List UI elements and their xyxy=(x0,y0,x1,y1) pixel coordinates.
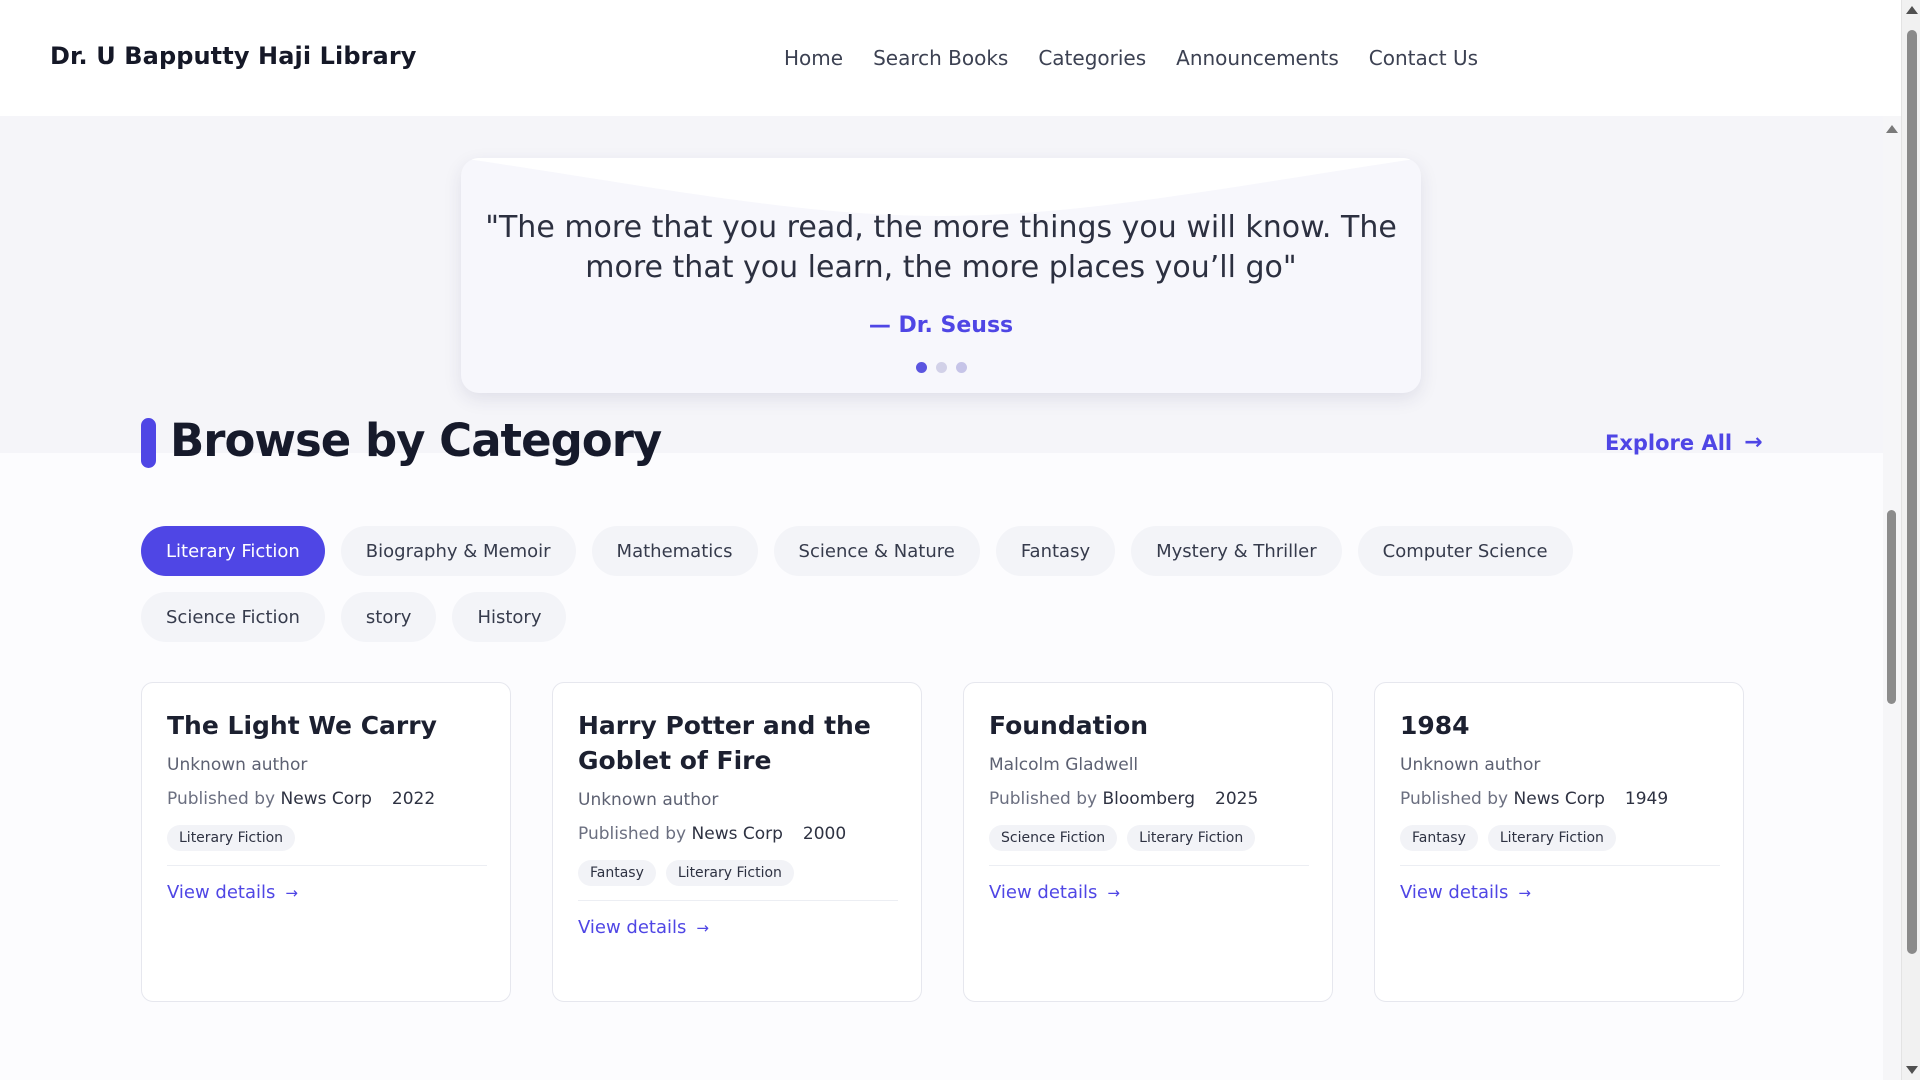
category-chip-science-fiction[interactable]: Science Fiction xyxy=(141,592,325,642)
book-year: 2000 xyxy=(802,824,847,844)
window-scrollbar[interactable] xyxy=(1901,0,1920,1080)
book-title: Foundation xyxy=(989,711,1149,740)
book-tags: Science Fiction Literary Fiction xyxy=(989,825,1307,851)
book-tag: Fantasy xyxy=(1400,825,1478,851)
book-card[interactable]: 1984 Unknown author Published by News Co… xyxy=(1374,682,1744,1002)
book-title: 1984 xyxy=(1400,711,1470,740)
book-author: Malcolm Gladwell xyxy=(989,755,1139,775)
book-card[interactable]: Foundation Malcolm Gladwell Published by… xyxy=(963,682,1333,1002)
carousel-dot-2[interactable] xyxy=(935,362,947,373)
category-chip-mathematics[interactable]: Mathematics xyxy=(591,526,758,576)
published-by-label: Published by xyxy=(578,824,687,844)
view-details-label: View details xyxy=(989,882,1098,903)
card-divider xyxy=(578,900,898,901)
nav-link-contact-us[interactable]: Contact Us xyxy=(1369,46,1478,70)
arrow-right-icon: → xyxy=(1744,430,1763,455)
category-chip-mystery-thriller[interactable]: Mystery & Thriller xyxy=(1131,526,1342,576)
quote-author: — Dr. Seuss xyxy=(868,313,1014,338)
page-content: "The more that you read, the more things… xyxy=(0,116,1901,1080)
book-title: The Light We Carry xyxy=(167,711,437,740)
explore-all-link[interactable]: Explore All → xyxy=(1605,430,1763,455)
book-year: 1949 xyxy=(1624,789,1669,809)
view-details-label: View details xyxy=(578,917,687,938)
carousel-dot-3[interactable] xyxy=(955,362,967,373)
scroll-up-arrow-icon[interactable] xyxy=(1906,6,1918,14)
arrow-right-icon: → xyxy=(1518,883,1531,902)
arrow-right-icon: → xyxy=(696,918,709,937)
category-chip-literary-fiction[interactable]: Literary Fiction xyxy=(141,526,325,576)
book-cards: The Light We Carry Unknown author Publis… xyxy=(141,682,1744,1002)
view-details-link[interactable]: View details → xyxy=(989,882,1120,903)
book-publisher: News Corp xyxy=(280,789,372,809)
published-by-label: Published by xyxy=(167,789,276,809)
section-title-accent-bar xyxy=(141,418,156,468)
book-tag: Literary Fiction xyxy=(665,860,794,886)
book-author: Unknown author xyxy=(578,790,719,810)
carousel-dots xyxy=(461,362,1421,373)
category-chip-science-nature[interactable]: Science & Nature xyxy=(773,526,980,576)
site-brand[interactable]: Dr. U Bapputty Haji Library xyxy=(50,42,417,70)
book-year: 2022 xyxy=(391,789,436,809)
book-tag: Literary Fiction xyxy=(1127,825,1256,851)
nav-link-categories[interactable]: Categories xyxy=(1038,46,1146,70)
book-tag: Literary Fiction xyxy=(1487,825,1616,851)
category-chip-history[interactable]: History xyxy=(452,592,567,642)
view-details-label: View details xyxy=(167,882,276,903)
scroll-down-arrow-icon[interactable] xyxy=(1906,1066,1918,1074)
book-tag: Literary Fiction xyxy=(167,825,296,851)
top-navbar: Dr. U Bapputty Haji Library Home Search … xyxy=(0,0,1901,116)
book-tag: Fantasy xyxy=(578,860,656,886)
book-tags: Fantasy Literary Fiction xyxy=(578,860,896,886)
nav-link-announcements[interactable]: Announcements xyxy=(1176,46,1339,70)
book-publisher: News Corp xyxy=(1513,789,1605,809)
book-author: Unknown author xyxy=(1400,755,1541,775)
book-publisher: Bloomberg xyxy=(1102,789,1195,809)
card-divider xyxy=(167,865,487,866)
book-tag: Science Fiction xyxy=(989,825,1118,851)
view-details-label: View details xyxy=(1400,882,1509,903)
section-title: Browse by Category xyxy=(170,414,662,467)
book-card[interactable]: The Light We Carry Unknown author Publis… xyxy=(141,682,511,1002)
book-publisher-line: Published by News Corp 2000 xyxy=(578,824,896,844)
carousel-dot-1[interactable] xyxy=(915,362,927,373)
book-publisher-line: Published by Bloomberg 2025 xyxy=(989,789,1307,809)
quote-section: "The more that you read, the more things… xyxy=(0,116,1883,453)
quote-text: "The more that you read, the more things… xyxy=(485,210,1397,285)
window-scrollbar-thumb[interactable] xyxy=(1907,30,1917,954)
book-publisher-line: Published by News Corp 1949 xyxy=(1400,789,1718,809)
explore-all-label: Explore All xyxy=(1605,430,1733,455)
nav-link-home[interactable]: Home xyxy=(784,46,843,70)
category-chips: Literary Fiction Biography & Memoir Math… xyxy=(141,526,1761,642)
view-details-link[interactable]: View details → xyxy=(578,917,709,938)
book-author: Unknown author xyxy=(167,755,308,775)
published-by-label: Published by xyxy=(1400,789,1509,809)
book-publisher: News Corp xyxy=(691,824,783,844)
main-nav: Home Search Books Categories Announcemen… xyxy=(784,46,1478,70)
nav-link-search-books[interactable]: Search Books xyxy=(873,46,1008,70)
book-card[interactable]: Harry Potter and the Goblet of Fire Unkn… xyxy=(552,682,922,1002)
scroll-up-arrow-icon[interactable] xyxy=(1886,125,1898,133)
content-scrollbar[interactable] xyxy=(1883,116,1901,1080)
category-chip-story[interactable]: story xyxy=(340,592,437,642)
view-details-link[interactable]: View details → xyxy=(1400,882,1531,903)
category-chip-computer-science[interactable]: Computer Science xyxy=(1357,526,1573,576)
card-divider xyxy=(1400,865,1720,866)
category-chip-fantasy[interactable]: Fantasy xyxy=(995,526,1116,576)
book-tags: Literary Fiction xyxy=(167,825,485,851)
book-tags: Fantasy Literary Fiction xyxy=(1400,825,1718,851)
content-scrollbar-thumb[interactable] xyxy=(1887,510,1896,704)
view-details-link[interactable]: View details → xyxy=(167,882,298,903)
arrow-right-icon: → xyxy=(285,883,298,902)
book-year: 2025 xyxy=(1215,789,1259,809)
quote-card: "The more that you read, the more things… xyxy=(461,158,1421,393)
category-chip-biography-memoir[interactable]: Biography & Memoir xyxy=(340,526,576,576)
book-publisher-line: Published by News Corp 2022 xyxy=(167,789,485,809)
published-by-label: Published by xyxy=(989,789,1098,809)
book-title: Harry Potter and the Goblet of Fire xyxy=(578,711,871,775)
arrow-right-icon: → xyxy=(1107,883,1120,902)
card-divider xyxy=(989,865,1309,866)
